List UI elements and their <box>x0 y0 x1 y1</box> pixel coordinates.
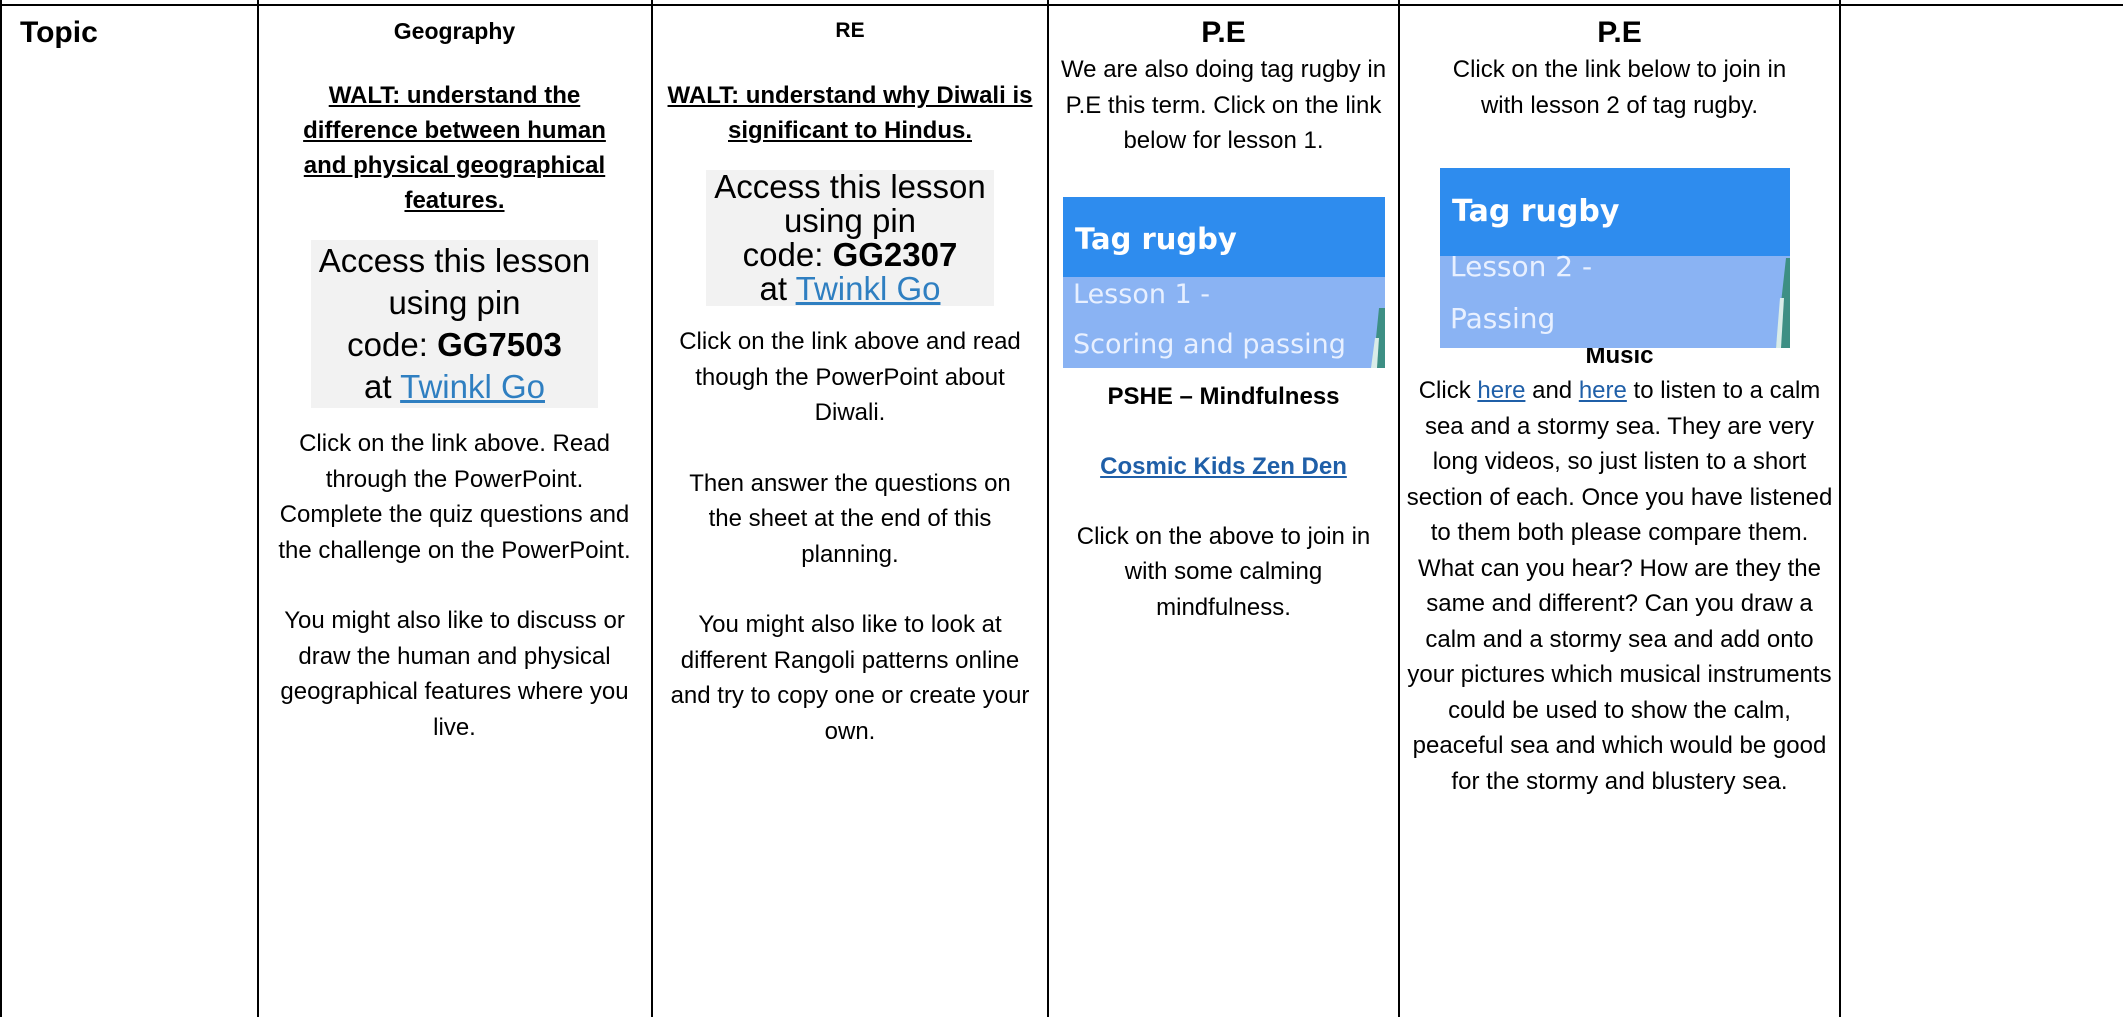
pe2-subject: P.E <box>1597 16 1642 49</box>
pe2-intro: Click on the link below to join in with … <box>1452 56 1787 119</box>
access-line1: Access this lesson <box>714 168 986 205</box>
access-line1: Access this lesson <box>318 242 591 279</box>
geography-access-box: Access this lesson using pin code: GG750… <box>310 240 599 408</box>
tag-rugby-lesson2-banner[interactable]: Tag rugby Lesson 2 - Passing <box>1440 168 1790 348</box>
re-subject: RE <box>835 19 865 42</box>
access-code-prefix: code: <box>742 236 824 273</box>
topic-label: Topic <box>20 16 98 49</box>
table-top-border <box>0 4 2123 6</box>
access-line2: using pin <box>783 202 917 239</box>
geography-instructions: Click on the link above. Read through th… <box>278 430 631 564</box>
banner-line1: Lesson 1 - <box>1073 279 1211 310</box>
re-instructions: Click on the link above and read though … <box>679 328 1021 426</box>
pin-code: GG7503 <box>437 326 562 363</box>
banner-line1: Lesson 2 - <box>1450 250 1593 283</box>
music-and-label: and <box>1532 377 1573 404</box>
geography-cell: Geography WALT: understand the differenc… <box>260 14 649 745</box>
pe-lesson2-cell: P.E Click on the link below to join in w… <box>1401 14 1838 799</box>
geography-extra: You might also like to discuss or draw t… <box>280 607 629 741</box>
geography-subject: Geography <box>393 18 516 44</box>
access-code-prefix: code: <box>347 326 428 363</box>
banner-corner-graphic <box>1371 308 1385 368</box>
column-divider <box>257 0 259 1017</box>
music-link-here-1[interactable]: here <box>1477 377 1525 404</box>
tag-rugby-lesson1-banner[interactable]: Tag rugby Lesson 1 - Scoring and passing <box>1063 197 1385 368</box>
banner-line2: Scoring and passing <box>1073 329 1346 360</box>
pshe-heading: PSHE – Mindfulness <box>1107 382 1340 410</box>
re-walt: WALT: understand why Diwali is significa… <box>667 82 1033 144</box>
twinkl-go-link[interactable]: Twinkl Go <box>400 368 545 405</box>
planning-table: Topic Geography WALT: understand the dif… <box>0 0 2123 1017</box>
access-line2: using pin <box>388 284 521 321</box>
geography-walt: WALT: understand the difference between … <box>303 82 606 214</box>
pe1-subject: P.E <box>1201 16 1246 49</box>
re-access-box: Access this lesson using pin code: GG230… <box>706 168 994 307</box>
music-link-here-2[interactable]: here <box>1579 377 1627 404</box>
column-divider <box>1047 0 1049 1017</box>
music-description: to listen to a calm sea and a stormy sea… <box>1406 377 1833 795</box>
banner-title: Tag rugby <box>1452 194 1620 229</box>
access-at: at <box>364 368 392 405</box>
music-text-block: Click here and here to listen to a calm … <box>1401 373 1838 799</box>
pe1-intro: We are also doing tag rugby in P.E this … <box>1060 56 1387 154</box>
twinkl-go-link[interactable]: Twinkl Go <box>796 270 941 307</box>
column-divider <box>1839 0 1841 1017</box>
re-questions: Then answer the questions on the sheet a… <box>689 469 1011 568</box>
column-divider <box>1398 0 1400 1017</box>
banner-corner-graphic <box>1776 258 1790 348</box>
music-click-label: Click <box>1418 377 1471 404</box>
banner-title: Tag rugby <box>1075 222 1237 256</box>
column-divider <box>0 0 2 1017</box>
banner-line2: Passing <box>1450 302 1556 335</box>
access-at: at <box>759 270 788 307</box>
cosmic-kids-link[interactable]: Cosmic Kids Zen Den <box>1050 449 1397 484</box>
re-extra: You might also like to look at different… <box>670 611 1030 745</box>
column-divider <box>651 0 653 1017</box>
re-cell: RE WALT: understand why Diwali is signif… <box>654 14 1046 749</box>
pshe-text: Click on the above to join in with some … <box>1076 522 1371 621</box>
pin-code: GG2307 <box>832 236 958 273</box>
